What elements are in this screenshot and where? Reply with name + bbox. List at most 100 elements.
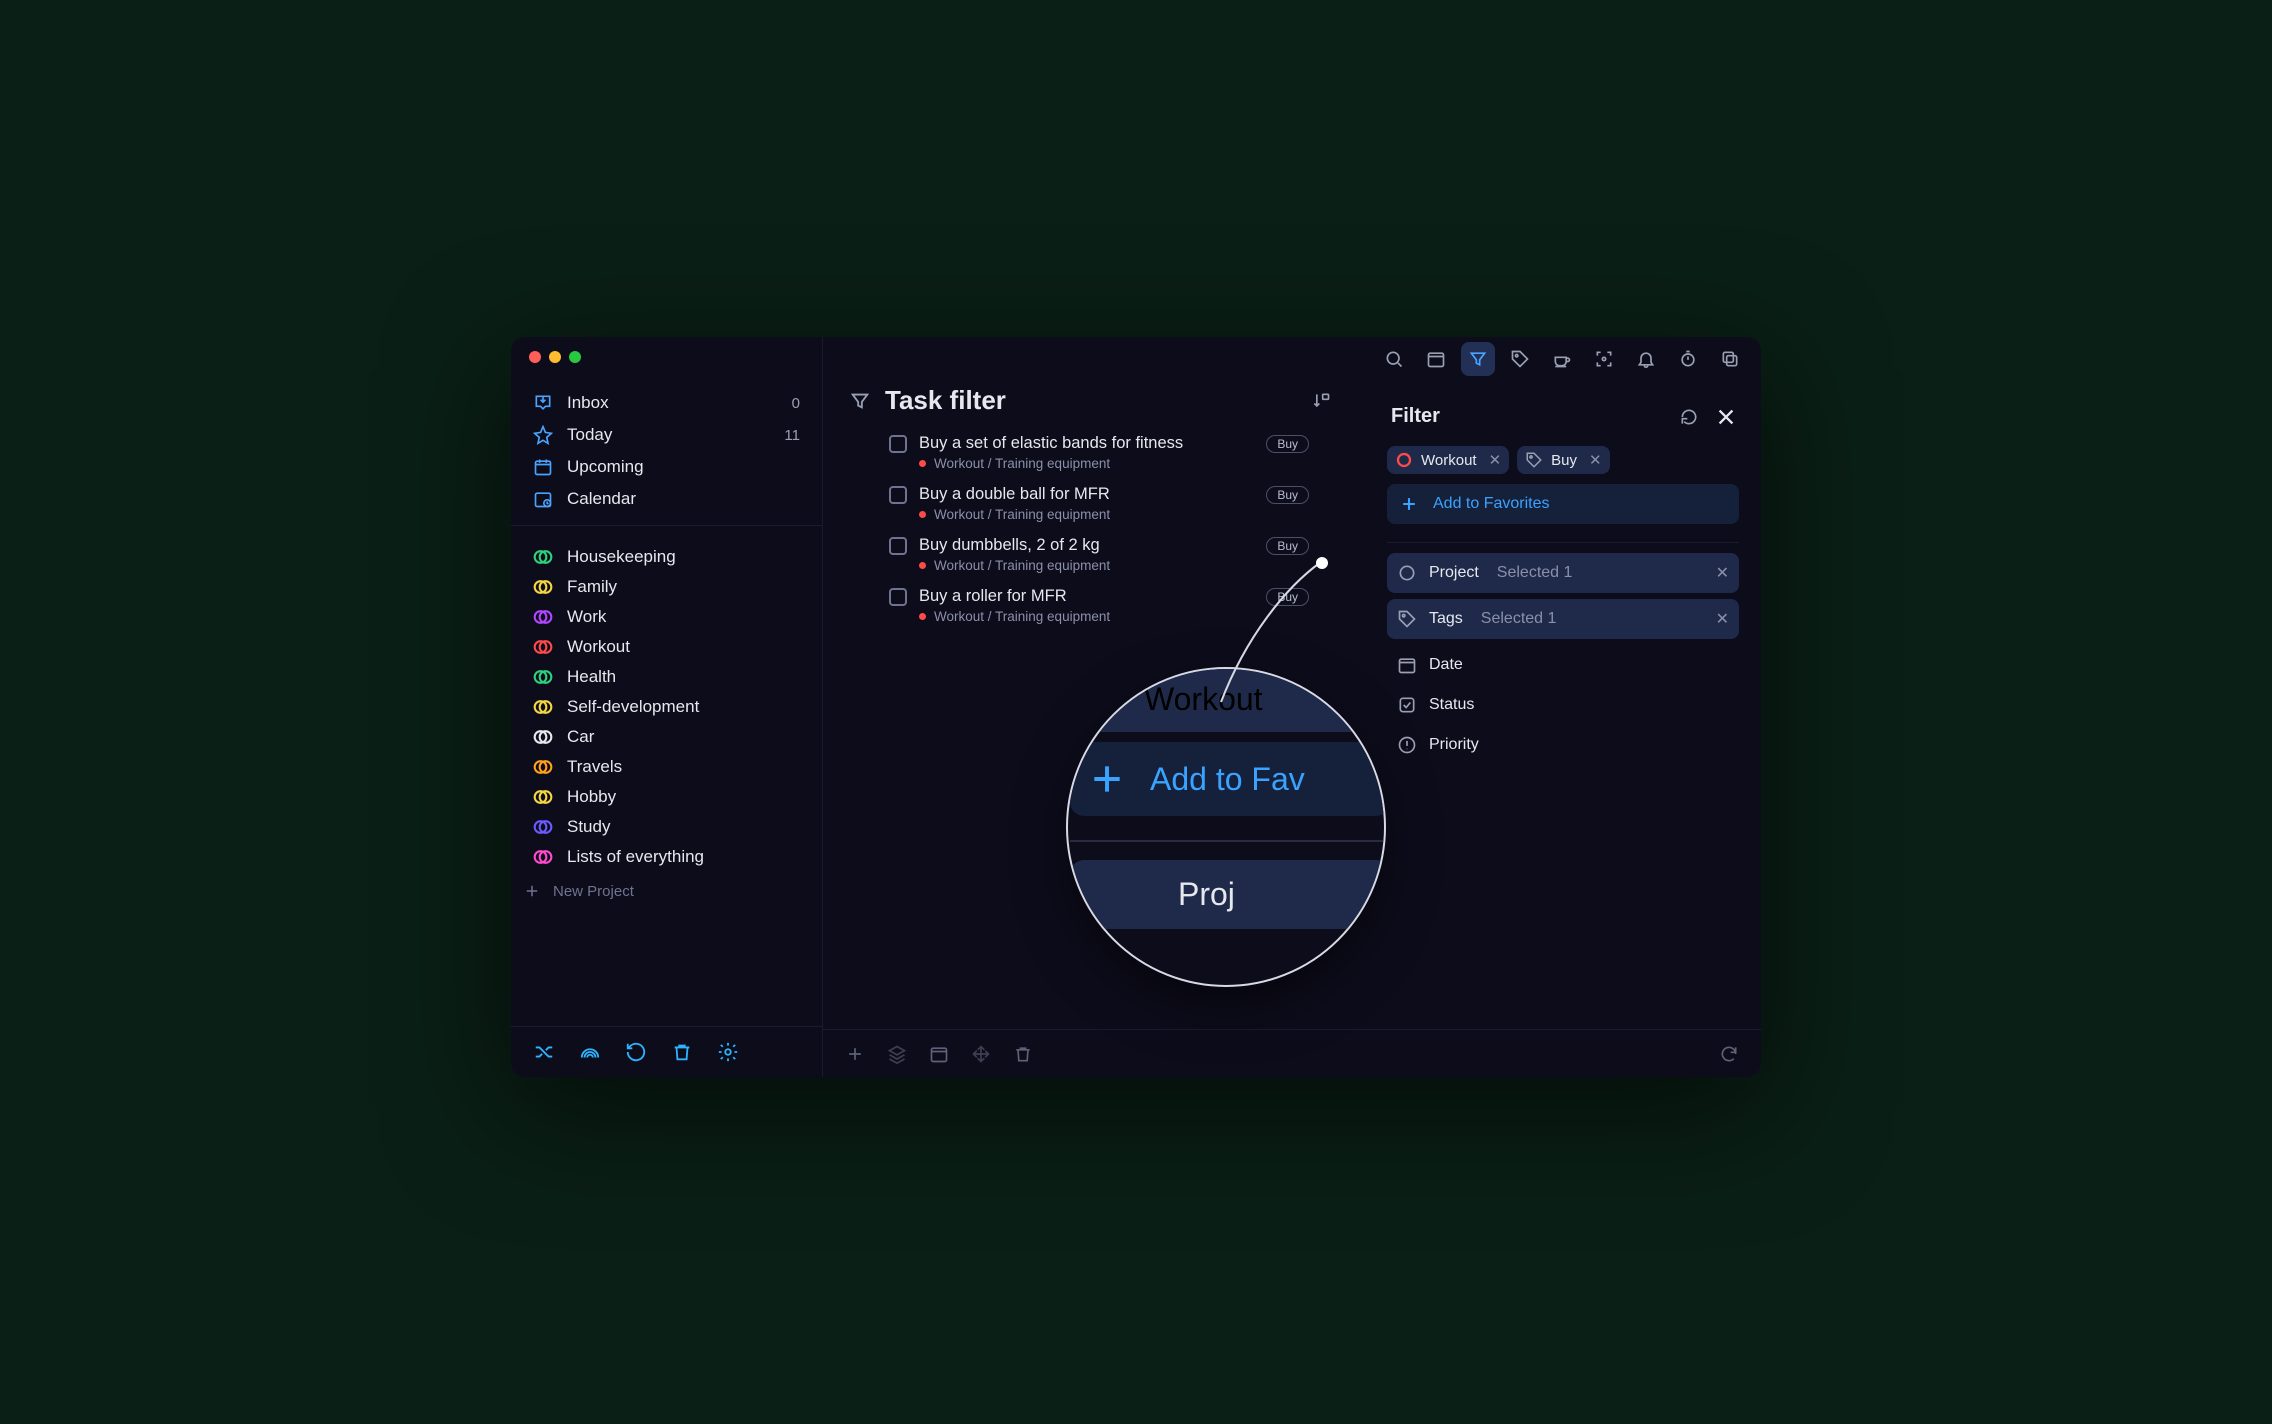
sidebar-project-study[interactable]: Study (521, 812, 812, 842)
sort-button[interactable] (1311, 391, 1331, 411)
layers-icon[interactable] (887, 1044, 907, 1064)
project-ring-icon (533, 547, 553, 567)
sidebar-item-today[interactable]: Today 11 (521, 419, 812, 451)
focus-button[interactable] (1587, 342, 1621, 376)
checkbox-icon (1397, 695, 1417, 715)
sidebar-project-hobby[interactable]: Hobby (521, 782, 812, 812)
project-ring-icon (533, 637, 553, 657)
filter-chip-workout[interactable]: Workout ✕ (1387, 446, 1509, 474)
task-checkbox[interactable] (889, 588, 907, 606)
sync-icon[interactable] (1719, 1044, 1739, 1064)
sidebar-project-workout[interactable]: Workout (521, 632, 812, 662)
filter-row-priority[interactable]: Priority (1387, 725, 1739, 765)
rainbow-icon[interactable] (579, 1041, 601, 1063)
project-ring-icon (533, 787, 553, 807)
project-ring-icon (533, 667, 553, 687)
filter-row-status[interactable]: Status (1387, 685, 1739, 725)
project-label: Health (567, 667, 616, 687)
sidebar-item-upcoming[interactable]: Upcoming (521, 451, 812, 483)
filter-panel: Filter Workout ✕ Buy ✕ (1379, 391, 1747, 765)
chip-label: Buy (1551, 452, 1577, 469)
task-path: Workout / Training equipment (934, 507, 1110, 522)
move-icon[interactable] (971, 1044, 991, 1064)
inbox-icon (533, 393, 553, 413)
new-project-button[interactable]: New Project (511, 872, 822, 910)
filter-row-label: Priority (1429, 736, 1479, 754)
plus-icon (1088, 760, 1126, 798)
notifications-button[interactable] (1629, 342, 1663, 376)
task-tag[interactable]: Buy (1266, 588, 1309, 606)
trash-icon[interactable] (1013, 1044, 1033, 1064)
task-row[interactable]: Buy a double ball for MFRBuyWorkout / Tr… (889, 481, 1309, 532)
tag-icon (1525, 451, 1543, 469)
timer-button[interactable] (1671, 342, 1705, 376)
shuffle-icon[interactable] (533, 1041, 555, 1063)
sidebar-item-inbox[interactable]: Inbox 0 (521, 387, 812, 419)
task-tag[interactable]: Buy (1266, 435, 1309, 453)
clear-filter-icon[interactable]: ✕ (1716, 563, 1729, 583)
chip-remove-icon[interactable]: ✕ (1489, 451, 1502, 469)
gear-icon[interactable] (717, 1041, 739, 1063)
task-tag[interactable]: Buy (1266, 537, 1309, 555)
copy-icon (1720, 349, 1740, 369)
calendar-button[interactable] (1419, 342, 1453, 376)
sidebar-item-calendar[interactable]: Calendar (521, 483, 812, 515)
sidebar-project-lists-of-everything[interactable]: Lists of everything (521, 842, 812, 872)
task-row[interactable]: Buy a set of elastic bands for fitnessBu… (889, 430, 1309, 481)
task-tag[interactable]: Buy (1266, 486, 1309, 504)
task-path: Workout / Training equipment (934, 456, 1110, 471)
filter-icon (849, 390, 871, 412)
clear-filter-icon[interactable]: ✕ (1716, 609, 1729, 629)
project-ring-icon (1397, 563, 1417, 583)
trash-icon[interactable] (671, 1041, 693, 1063)
coffee-button[interactable] (1545, 342, 1579, 376)
task-row[interactable]: Buy dumbbells, 2 of 2 kgBuyWorkout / Tra… (889, 532, 1309, 583)
sidebar-project-travels[interactable]: Travels (521, 752, 812, 782)
project-ring-icon (533, 577, 553, 597)
filter-button[interactable] (1461, 342, 1495, 376)
sidebar-project-health[interactable]: Health (521, 662, 812, 692)
task-row[interactable]: Buy a roller for MFRBuyWorkout / Trainin… (889, 583, 1309, 634)
filter-row-date[interactable]: Date (1387, 645, 1739, 685)
page-title: Task filter (885, 385, 1006, 416)
magnified-workout-label: Workout (1144, 681, 1263, 718)
filter-chip-buy[interactable]: Buy ✕ (1517, 446, 1609, 474)
sidebar-project-housekeeping[interactable]: Housekeeping (521, 542, 812, 572)
sidebar-project-self-development[interactable]: Self-development (521, 692, 812, 722)
filter-row-selected: Selected 1 (1497, 564, 1573, 582)
priority-icon (1397, 735, 1417, 755)
filter-row-label: Tags (1429, 610, 1463, 628)
plus-icon[interactable] (845, 1044, 865, 1064)
project-ring-icon (533, 847, 553, 867)
magnified-add-to-favorites: Add to Fav (1070, 742, 1386, 816)
tag-icon (1510, 349, 1530, 369)
add-to-favorites-button[interactable]: Add to Favorites (1387, 484, 1739, 524)
search-button[interactable] (1377, 342, 1411, 376)
minimize-window-button[interactable] (549, 351, 561, 363)
task-title: Buy dumbbells, 2 of 2 kg (919, 536, 1100, 555)
history-icon[interactable] (625, 1041, 647, 1063)
task-checkbox[interactable] (889, 486, 907, 504)
sidebar-project-work[interactable]: Work (521, 602, 812, 632)
project-ring-icon (1395, 451, 1413, 469)
task-checkbox[interactable] (889, 435, 907, 453)
sort-icon (1311, 391, 1331, 411)
close-window-button[interactable] (529, 351, 541, 363)
maximize-window-button[interactable] (569, 351, 581, 363)
sidebar-project-family[interactable]: Family (521, 572, 812, 602)
chip-remove-icon[interactable]: ✕ (1589, 451, 1602, 469)
calendar-grid-icon (533, 457, 553, 477)
calendar-icon[interactable] (929, 1044, 949, 1064)
tag-button[interactable] (1503, 342, 1537, 376)
copy-button[interactable] (1713, 342, 1747, 376)
filter-row-tags[interactable]: Tags Selected 1 ✕ (1387, 599, 1739, 639)
filter-row-project[interactable]: Project Selected 1 ✕ (1387, 553, 1739, 593)
project-dot-icon (919, 613, 926, 620)
project-label: Lists of everything (567, 847, 704, 867)
coffee-icon (1552, 349, 1572, 369)
task-checkbox[interactable] (889, 537, 907, 555)
filter-icon (1468, 349, 1488, 369)
close-icon[interactable] (1715, 406, 1737, 428)
sidebar-project-car[interactable]: Car (521, 722, 812, 752)
reset-filter-icon[interactable] (1679, 407, 1699, 427)
